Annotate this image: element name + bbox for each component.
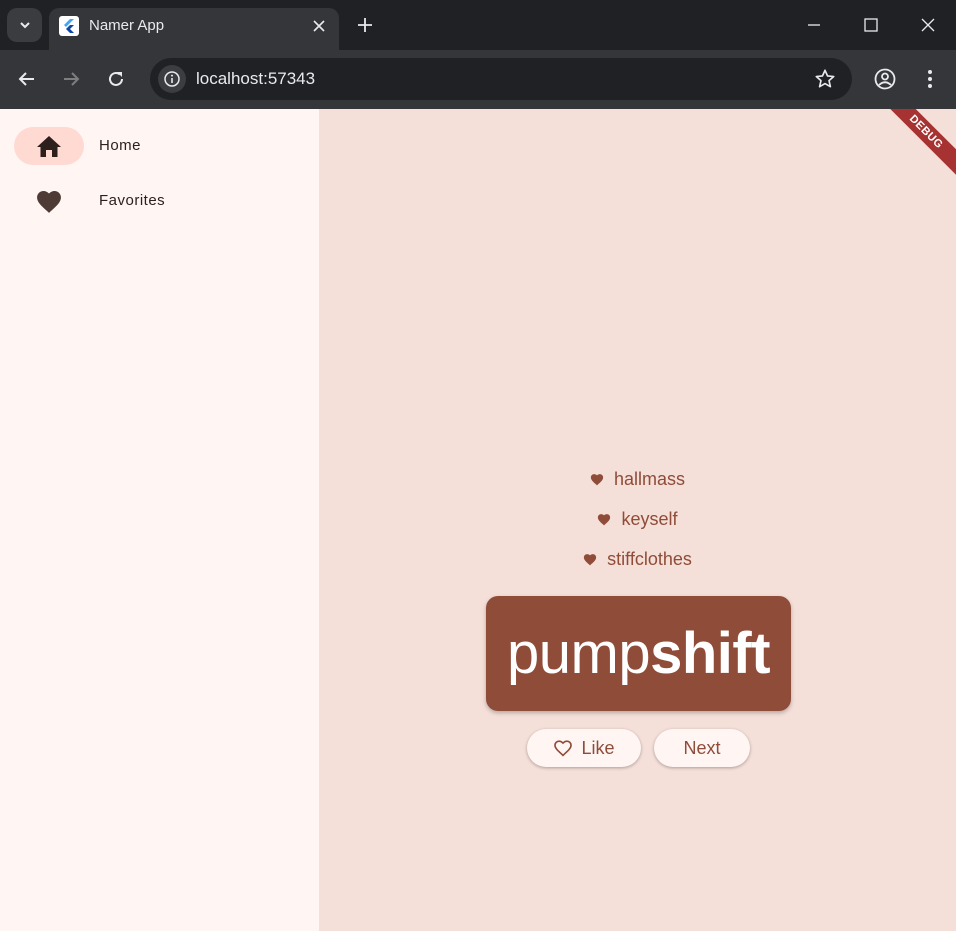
close-icon <box>313 20 325 32</box>
minimize-icon <box>808 24 820 26</box>
generator-page: hallmass keyself stiffclothes pumpshift … <box>319 109 956 931</box>
reload-icon <box>109 71 123 86</box>
nav-indicator-home <box>14 127 84 165</box>
maximize-icon <box>864 18 878 32</box>
new-tab-button[interactable] <box>352 12 378 38</box>
like-button-label: Like <box>581 737 615 758</box>
favorite-word: hallmass <box>613 468 686 489</box>
tab-search-button[interactable] <box>7 8 42 42</box>
current-pair-card: pumpshift <box>486 596 791 711</box>
app-viewport: Home Favorites hallmass keyself stiffclo… <box>0 109 956 931</box>
list-item: hallmass <box>319 459 956 499</box>
nav-item-home[interactable]: Home <box>14 127 274 167</box>
browser-tab[interactable]: Namer App <box>49 8 339 50</box>
list-item: keyself <box>319 499 956 539</box>
flutter-favicon-icon <box>59 16 79 36</box>
pair-first-word: pump <box>506 621 651 686</box>
next-button-label: Next <box>683 737 721 758</box>
favorites-list: hallmass keyself stiffclothes <box>319 459 956 579</box>
close-icon <box>921 18 935 32</box>
reload-button[interactable] <box>102 65 130 93</box>
pair-second-word: shift <box>650 621 771 686</box>
tab-title: Namer App <box>89 17 165 34</box>
list-item: stiffclothes <box>319 539 956 579</box>
address-bar[interactable]: localhost:57343 <box>150 58 852 100</box>
heart-icon <box>584 553 597 565</box>
heart-icon <box>598 513 611 525</box>
arrow-right-icon <box>64 72 80 86</box>
nav-indicator-favorites <box>14 182 84 220</box>
heart-icon <box>590 473 604 485</box>
bookmark-star-icon[interactable] <box>814 68 836 95</box>
heart-icon <box>37 190 61 213</box>
site-info-icon[interactable] <box>158 65 186 93</box>
plus-icon <box>358 18 372 32</box>
tab-strip: Namer App <box>0 0 956 50</box>
maximize-button[interactable] <box>856 8 886 42</box>
nav-item-favorites[interactable]: Favorites <box>14 182 274 222</box>
arrow-left-icon <box>18 72 34 86</box>
tab-close-button[interactable] <box>309 16 329 36</box>
back-button[interactable] <box>13 65 41 93</box>
browser-toolbar: localhost:57343 <box>0 50 956 109</box>
nav-label-favorites: Favorites <box>99 192 166 209</box>
home-icon <box>37 136 61 157</box>
favorite-word: stiffclothes <box>607 548 692 569</box>
window-close-button[interactable] <box>913 8 943 42</box>
forward-button[interactable] <box>57 65 85 93</box>
browser-menu-icon[interactable] <box>916 65 944 93</box>
debug-banner: DEBUG <box>877 109 956 181</box>
nav-label-home: Home <box>99 137 142 154</box>
navigation-rail: Home Favorites <box>0 109 319 931</box>
current-pair-text: pumpshift <box>506 620 771 687</box>
heart-outline-icon <box>554 740 573 757</box>
profile-icon[interactable] <box>871 65 899 93</box>
next-button[interactable]: Next <box>654 729 750 767</box>
favorite-word: keyself <box>621 508 678 529</box>
minimize-button[interactable] <box>799 8 829 42</box>
like-button[interactable]: Like <box>527 729 641 767</box>
chevron-down-icon <box>19 22 30 29</box>
url-text: localhost:57343 <box>196 69 316 88</box>
